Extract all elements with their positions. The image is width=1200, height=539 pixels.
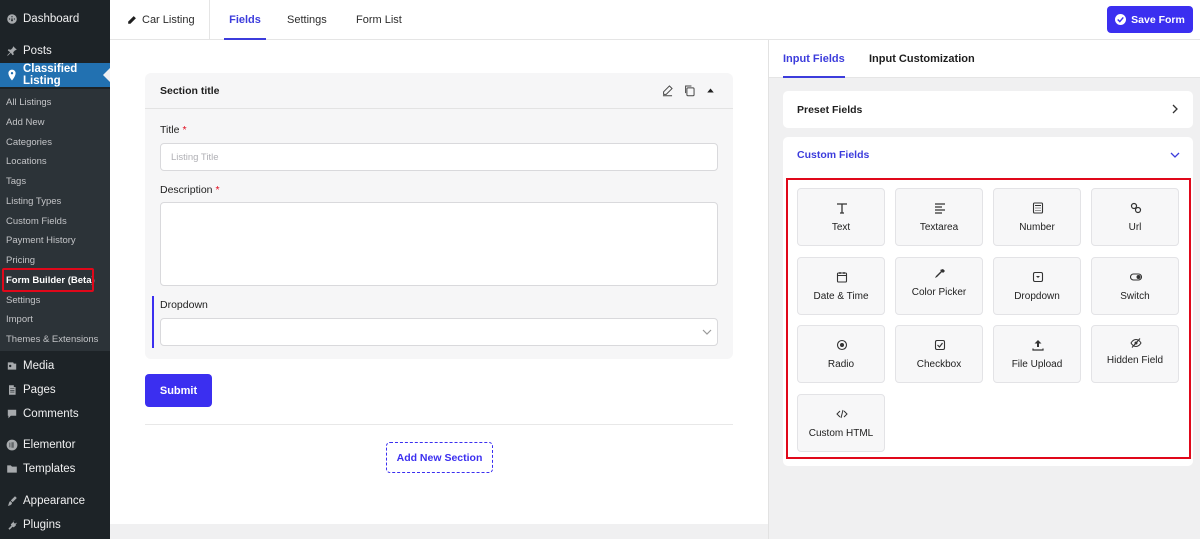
submenu-settings[interactable]: Settings — [6, 295, 40, 306]
folder-icon — [6, 463, 18, 475]
form-builder-topbar — [110, 0, 1200, 40]
submenu-themes-extensions[interactable]: Themes & Extensions — [6, 334, 98, 345]
section-header — [145, 73, 733, 109]
sidebar-item-templates[interactable]: Templates — [0, 457, 110, 481]
section-title: Section title — [160, 85, 220, 97]
title-input[interactable] — [160, 143, 718, 171]
tab-form-list[interactable]: Form List — [356, 0, 402, 40]
highlight-box-custom-fields — [786, 178, 1191, 459]
tab-input-fields[interactable]: Input Fields — [783, 40, 845, 78]
submenu-listing-types[interactable]: Listing Types — [6, 196, 61, 207]
form-name: Car Listing — [142, 14, 195, 26]
sidebar-item-label: Media — [23, 360, 55, 372]
preset-fields-title: Preset Fields — [797, 104, 863, 116]
highlight-box-form-builder — [2, 268, 94, 292]
pin-icon — [6, 45, 18, 57]
sidebar-item-label: Pages — [23, 384, 56, 396]
elementor-icon — [6, 439, 18, 451]
sidebar-item-label: Templates — [23, 463, 76, 475]
sidebar-item-plugins[interactable]: Plugins — [0, 513, 110, 537]
plug-icon — [6, 519, 18, 531]
submenu-payment-history[interactable]: Payment History — [6, 235, 76, 246]
custom-fields-title: Custom Fields — [797, 149, 870, 161]
submenu-import[interactable]: Import — [6, 314, 33, 325]
pencil-icon — [128, 15, 136, 24]
description-textarea[interactable] — [160, 202, 718, 286]
tab-settings[interactable]: Settings — [287, 0, 327, 40]
sidebar-item-posts[interactable]: Posts — [0, 39, 110, 63]
comment-icon — [6, 408, 18, 420]
collapse-caret-icon[interactable] — [704, 84, 717, 97]
canvas-footer — [110, 524, 768, 539]
sidebar-item-label: Posts — [23, 45, 52, 57]
canvas-divider — [145, 424, 733, 425]
sidebar-item-label: Dashboard — [23, 13, 80, 25]
submenu-pricing[interactable]: Pricing — [6, 255, 35, 266]
sidebar-item-label: Plugins — [23, 519, 61, 531]
topbar-divider — [209, 0, 210, 40]
pages-icon — [6, 384, 18, 396]
sidebar-item-pages[interactable]: Pages — [0, 378, 110, 402]
admin-sidebar: Dashboard Posts Classified Listing All L… — [0, 0, 110, 539]
sidebar-item-media[interactable]: Media — [0, 354, 110, 378]
brush-icon — [6, 495, 18, 507]
sidebar-item-comments[interactable]: Comments — [0, 402, 110, 426]
submenu-categories[interactable]: Categories — [6, 137, 52, 148]
check-circle-icon — [1115, 14, 1127, 25]
dashboard-icon — [6, 13, 18, 25]
copy-icon[interactable] — [683, 84, 696, 97]
media-icon — [6, 360, 18, 372]
sidebar-item-classified-listing[interactable]: Classified Listing — [0, 63, 110, 87]
submenu-all-listings[interactable]: All Listings — [6, 97, 51, 108]
submenu-tags[interactable]: Tags — [6, 176, 26, 187]
submit-button[interactable]: Submit — [145, 374, 212, 407]
sidebar-item-label: Classified Listing — [23, 63, 78, 87]
sidebar-item-dashboard[interactable]: Dashboard — [0, 7, 110, 31]
sidebar-item-label: Appearance — [23, 495, 86, 507]
sidebar-item-label: Comments — [23, 408, 79, 420]
title-field-label: Title * — [160, 124, 187, 136]
add-new-section-button[interactable]: Add New Section — [386, 442, 493, 473]
edit-icon[interactable] — [661, 84, 674, 97]
save-form-label: Save Form — [1131, 13, 1185, 26]
submenu-add-new[interactable]: Add New — [6, 117, 45, 128]
dropdown-field-label: Dropdown — [160, 299, 208, 311]
sidebar-item-label: Elementor — [23, 439, 76, 451]
sidebar-item-elementor[interactable]: Elementor — [0, 433, 110, 457]
tab-input-customization[interactable]: Input Customization — [869, 40, 975, 78]
sidebar-item-appearance[interactable]: Appearance — [0, 489, 110, 513]
save-form-button[interactable]: Save Form — [1107, 6, 1193, 33]
submenu-custom-fields[interactable]: Custom Fields — [6, 216, 67, 227]
chevron-down-icon[interactable] — [1170, 150, 1180, 160]
description-field-label: Description * — [160, 184, 220, 196]
tab-fields[interactable]: Fields — [224, 0, 266, 40]
submenu-locations[interactable]: Locations — [6, 156, 47, 167]
location-pin-icon — [6, 69, 18, 81]
selected-field-indicator — [152, 296, 154, 348]
form-name-tab[interactable]: Car Listing — [126, 0, 195, 40]
dropdown-select[interactable] — [160, 318, 718, 346]
chevron-right-icon[interactable] — [1170, 104, 1180, 114]
